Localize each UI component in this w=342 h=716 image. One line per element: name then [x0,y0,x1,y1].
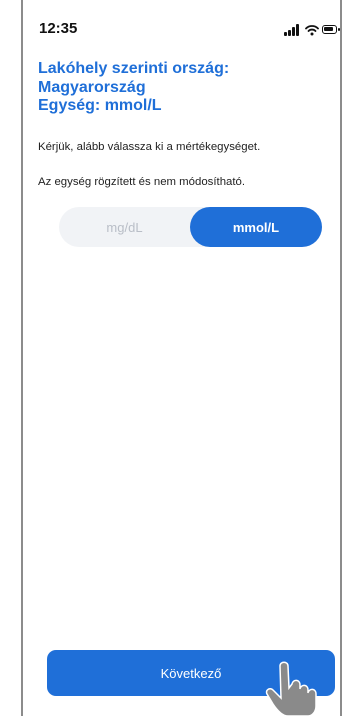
instruction-text: Kérjük, alább válassza ki a mértékegység… [38,141,261,153]
fixed-unit-note: Az egység rögzített és nem módosítható. [38,176,246,188]
unit-option-mgdl[interactable]: mg/dL [59,207,190,247]
unit-option-mmol[interactable]: mmol/L [190,207,322,247]
status-time: 12:35 [39,20,78,37]
tap-hand-icon [265,661,317,716]
wifi-icon [305,25,319,36]
phone-frame-left-edge [21,0,23,716]
app-screen: 12:35 Lakóhely szerinti ország: Magyaror… [0,0,342,716]
cellular-signal-icon [284,24,300,36]
title-country-value: Magyarország [38,78,146,96]
battery-icon [322,25,340,34]
title-unit: Egység: mmol/L [38,97,162,114]
title-country-label: Lakóhely szerinti ország: [38,60,230,77]
unit-segmented-control: mg/dL mmol/L [59,207,322,247]
page-title: Lakóhely szerinti ország: Magyarország E… [38,60,328,116]
